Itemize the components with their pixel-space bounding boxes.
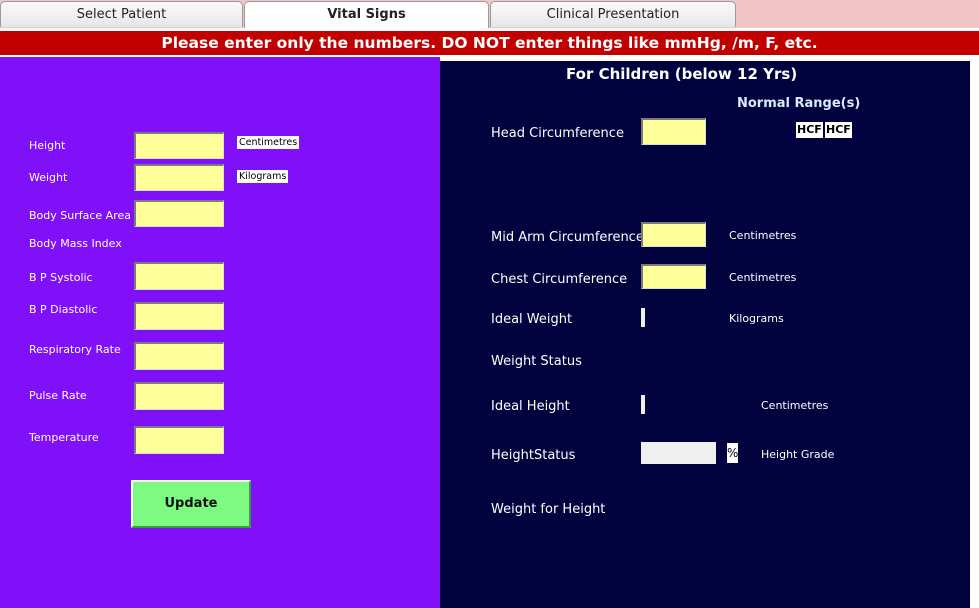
weight-for-height-label: Weight for Height	[491, 502, 606, 517]
height-status-label: HeightStatus	[491, 448, 576, 463]
height-unit: Centimetres	[237, 136, 300, 149]
bp-diastolic-label: B P Diastolic	[29, 303, 98, 316]
instruction-banner: Please enter only the numbers. DO NOT en…	[0, 31, 979, 55]
hcf-range-1: HCF	[796, 122, 823, 138]
temperature-input[interactable]	[134, 426, 224, 454]
mid-arm-circumference-label: Mid Arm Circumference	[491, 230, 644, 245]
ideal-height-unit: Centimetres	[761, 399, 829, 412]
ideal-weight-unit: Kilograms	[729, 312, 784, 325]
head-circumference-input[interactable]	[641, 118, 706, 145]
ideal-height-value	[641, 395, 645, 414]
tab-bar: Select Patient Vital Signs Clinical Pres…	[0, 0, 979, 28]
respiratory-rate-input[interactable]	[134, 342, 224, 370]
chest-circumference-label: Chest Circumference	[491, 272, 628, 287]
weight-status-label: Weight Status	[491, 354, 582, 369]
bp-systolic-input[interactable]	[134, 262, 224, 290]
temperature-label: Temperature	[29, 431, 99, 444]
weight-label: Weight	[29, 171, 68, 184]
weight-unit: Kilograms	[237, 170, 289, 183]
pulse-rate-label: Pulse Rate	[29, 389, 87, 402]
body-surface-area-input[interactable]	[134, 200, 224, 227]
ideal-weight-value	[641, 308, 645, 327]
pulse-rate-input[interactable]	[134, 382, 224, 410]
head-circumference-label: Head Circumference	[491, 126, 624, 141]
chest-circumference-input[interactable]	[641, 264, 706, 289]
ideal-weight-label: Ideal Weight	[491, 312, 573, 327]
ideal-height-label: Ideal Height	[491, 399, 570, 414]
height-input[interactable]	[134, 132, 224, 159]
height-label: Height	[29, 139, 66, 152]
bp-systolic-label: B P Systolic	[29, 271, 93, 284]
height-grade-label: Height Grade	[761, 448, 835, 461]
chest-unit: Centimetres	[729, 271, 797, 284]
mid-arm-circumference-input[interactable]	[641, 222, 706, 247]
percent-symbol: %	[727, 443, 738, 463]
body-surface-area-label: Body Surface Area	[29, 209, 131, 222]
tab-clinical-presentation[interactable]: Clinical Presentation	[490, 1, 736, 27]
normal-range-title: Normal Range(s)	[737, 96, 861, 111]
tab-vital-signs[interactable]: Vital Signs	[244, 1, 489, 28]
weight-input[interactable]	[134, 164, 224, 191]
tab-select-patient[interactable]: Select Patient	[0, 1, 243, 27]
children-panel-title: For Children (below 12 Yrs)	[566, 65, 798, 83]
height-status-value	[641, 442, 716, 464]
bp-diastolic-input[interactable]	[134, 302, 224, 330]
body-mass-index-label: Body Mass Index	[29, 237, 122, 250]
update-button[interactable]: Update	[131, 480, 251, 528]
mid-arm-unit: Centimetres	[729, 229, 797, 242]
respiratory-rate-label: Respiratory Rate	[29, 343, 121, 356]
hcf-range-2: HCF	[825, 122, 852, 138]
